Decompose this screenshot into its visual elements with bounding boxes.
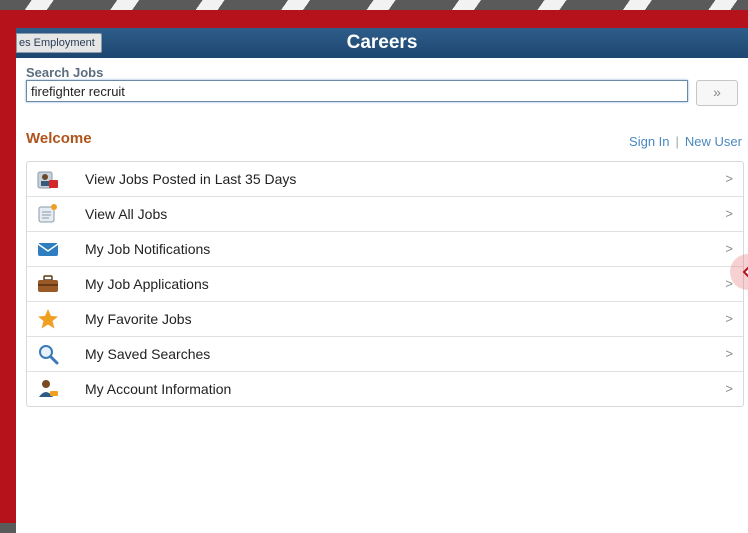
page-title: Careers (346, 32, 418, 53)
menu-item-label: View All Jobs (85, 206, 168, 222)
sign-in-link[interactable]: Sign In (629, 134, 669, 149)
search-input[interactable] (26, 80, 688, 102)
briefcase-icon (37, 273, 59, 295)
user-account-icon (37, 378, 59, 400)
chevron-right-icon: > (725, 206, 733, 221)
link-separator: | (675, 134, 679, 149)
menu-item-label: My Account Information (85, 381, 232, 397)
all-jobs-icon (37, 203, 59, 225)
menu-item-favorite-jobs[interactable]: My Favorite Jobs > (27, 302, 743, 337)
menu-item-label: My Job Applications (85, 276, 209, 292)
red-frame: es Employment Careers Search Jobs » Welc… (0, 10, 748, 533)
menu-item-saved-searches[interactable]: My Saved Searches > (27, 337, 743, 372)
search-go-button[interactable]: » (696, 80, 738, 106)
menu-item-label: My Saved Searches (85, 346, 211, 362)
chevron-right-icon: > (725, 311, 733, 326)
account-links: Sign In | New User (629, 134, 742, 149)
chevron-right-icon: > (725, 381, 733, 396)
envelope-icon (37, 238, 59, 260)
menu-item-account-information[interactable]: My Account Information > (27, 372, 743, 406)
new-user-link[interactable]: New User (685, 134, 742, 149)
search-label: Search Jobs (26, 65, 104, 80)
posted-jobs-icon (37, 168, 59, 190)
menu-item-job-applications[interactable]: My Job Applications > (27, 267, 743, 302)
chevron-right-icon: > (725, 171, 733, 186)
menu-item-job-notifications[interactable]: My Job Notifications > (27, 232, 743, 267)
pointer-indicator-icon (730, 254, 748, 290)
title-bar: es Employment Careers (16, 28, 748, 58)
menu-item-label: My Favorite Jobs (85, 311, 192, 327)
star-icon (37, 308, 59, 330)
magnifier-icon (37, 343, 59, 365)
careers-screen: es Employment Careers Search Jobs » Welc… (16, 28, 748, 533)
welcome-heading: Welcome (26, 130, 92, 147)
menu-item-view-all-jobs[interactable]: View All Jobs > (27, 197, 743, 232)
menu-item-label: View Jobs Posted in Last 35 Days (85, 171, 297, 187)
menu-item-label: My Job Notifications (85, 241, 211, 257)
chevron-right-icon: > (725, 346, 733, 361)
jobs-menu: View Jobs Posted in Last 35 Days > View … (26, 161, 744, 407)
menu-item-view-jobs-posted[interactable]: View Jobs Posted in Last 35 Days > (27, 162, 743, 197)
